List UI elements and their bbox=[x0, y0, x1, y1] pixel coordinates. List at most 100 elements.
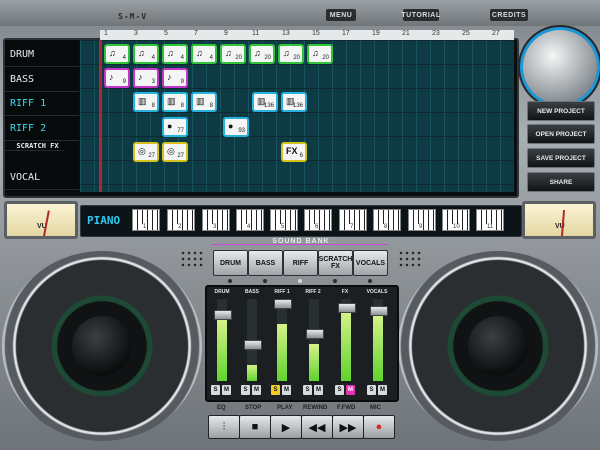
ruler-tick: 1 bbox=[104, 30, 108, 37]
guitar-icon: ♪ bbox=[109, 72, 114, 82]
solo-button[interactable]: S bbox=[241, 385, 250, 395]
drum-clip[interactable]: ♫ 20 bbox=[278, 44, 304, 64]
bass-clip[interactable]: ♪ 9 bbox=[104, 68, 130, 88]
mute-button[interactable]: M bbox=[282, 385, 291, 395]
channel-fader[interactable] bbox=[214, 310, 232, 321]
timeline-ruler[interactable]: 1 3 5 7 9 11 13 15 17 19 21 23 25 27 bbox=[100, 30, 514, 40]
drum-kit-icon: ♫ bbox=[196, 48, 203, 58]
piano-key-button[interactable]: 9 bbox=[408, 209, 436, 231]
new-project-button[interactable]: NEW PROJECT bbox=[527, 101, 595, 121]
piano-key-button[interactable]: 5 bbox=[270, 209, 298, 231]
riff1-clip[interactable]: ▥ 136 bbox=[281, 92, 307, 112]
channel-fader[interactable] bbox=[274, 299, 292, 309]
playhead[interactable] bbox=[99, 40, 102, 192]
eq-sliders-icon: ⫶ bbox=[222, 420, 226, 433]
sequencer-grid[interactable]: ♫ 4 ♫ 4 ♫ 4 ♫ 4 ♫ 20 ♫ 20 ♫ 20 ♫ 20 ♪ 9 ♪ 3 ♪ 9 ▥ 8 … bbox=[80, 40, 514, 192]
riff2-clip[interactable]: ● 77 bbox=[162, 117, 188, 137]
piano-key-button[interactable]: 3 bbox=[202, 209, 230, 231]
riff1-clip[interactable]: ▥ 8 bbox=[162, 92, 188, 112]
track-label-riff2[interactable]: RIFF 2 bbox=[5, 117, 79, 141]
rewind-button[interactable]: ◀◀ bbox=[301, 415, 333, 439]
solo-button[interactable]: S bbox=[367, 385, 376, 395]
bass-clip[interactable]: ♪ 9 bbox=[162, 68, 188, 88]
soundbank-indicator bbox=[333, 279, 337, 283]
piano-key-button[interactable]: 11 bbox=[476, 209, 504, 231]
guitar-icon: ♪ bbox=[138, 72, 143, 82]
ruler-tick: 15 bbox=[312, 30, 320, 37]
riff1-clip[interactable]: ▥ 8 bbox=[133, 92, 159, 112]
solo-button[interactable]: S bbox=[303, 385, 312, 395]
solo-button[interactable]: S bbox=[271, 385, 280, 395]
track-label-riff1[interactable]: RIFF 1 bbox=[5, 92, 79, 116]
channel-fader[interactable] bbox=[306, 328, 324, 339]
track-label-scratch-fx[interactable]: SCRATCH FX bbox=[5, 141, 65, 151]
fx-clip[interactable]: ◎ 27 bbox=[162, 142, 188, 162]
eq-button[interactable]: ⫶ bbox=[208, 415, 240, 439]
open-project-button[interactable]: OPEN PROJECT bbox=[527, 124, 595, 144]
riff1-clip[interactable]: ▥ 136 bbox=[252, 92, 278, 112]
soundbank-indicator bbox=[263, 279, 267, 283]
fx-clip[interactable]: ◎ 27 bbox=[133, 142, 159, 162]
singer-silhouette-icon: ● bbox=[228, 121, 234, 131]
channel-fader[interactable] bbox=[370, 306, 388, 317]
track-label-bass[interactable]: BASS bbox=[5, 68, 79, 92]
tutorial-button[interactable]: TUTORIAL bbox=[401, 9, 440, 21]
channel-fader[interactable] bbox=[244, 339, 262, 350]
stop-button[interactable]: ■ bbox=[239, 415, 271, 439]
ruler-tick: 19 bbox=[372, 30, 380, 37]
microphone-icon: ● bbox=[375, 421, 383, 433]
soundbank-indicator bbox=[368, 279, 372, 283]
piano-key-button[interactable]: 7 bbox=[339, 209, 367, 231]
track-label-drum[interactable]: DRUM bbox=[5, 43, 79, 67]
drum-kit-icon: ♫ bbox=[225, 48, 232, 58]
piano-key-button[interactable]: 6 bbox=[304, 209, 332, 231]
vu-meter-right: VU bbox=[522, 201, 596, 239]
fast-forward-button[interactable]: ▶▶ bbox=[332, 415, 364, 439]
mic-button[interactable]: ● bbox=[363, 415, 395, 439]
soundbank-bass-button[interactable]: BASS bbox=[248, 250, 283, 276]
drum-clip[interactable]: ♫ 20 bbox=[220, 44, 246, 64]
piano-key-button[interactable]: 1 bbox=[132, 209, 160, 231]
drum-clip[interactable]: ♫ 4 bbox=[191, 44, 217, 64]
riff1-clip[interactable]: ▥ 8 bbox=[191, 92, 217, 112]
drum-clip[interactable]: ♫ 20 bbox=[307, 44, 333, 64]
drum-clip[interactable]: ♫ 4 bbox=[133, 44, 159, 64]
credits-button[interactable]: CREDITS bbox=[490, 9, 528, 21]
share-button[interactable]: SHARE bbox=[527, 172, 595, 192]
mute-button[interactable]: M bbox=[346, 385, 355, 395]
save-project-button[interactable]: SAVE PROJECT bbox=[527, 148, 595, 168]
solo-button[interactable]: S bbox=[211, 385, 220, 395]
play-button[interactable]: ▶ bbox=[270, 415, 302, 439]
mute-button[interactable]: M bbox=[314, 385, 323, 395]
ruler-tick: 27 bbox=[492, 30, 500, 37]
ruler-tick: 7 bbox=[194, 30, 198, 37]
fx-clip[interactable]: FX 6 bbox=[281, 142, 307, 162]
bass-clip[interactable]: ♪ 3 bbox=[133, 68, 159, 88]
soundbank-scratch-fx-button[interactable]: SCRATCH FX bbox=[318, 250, 353, 276]
soundbank-drum-button[interactable]: DRUM bbox=[213, 250, 248, 276]
piano-key-button[interactable]: 4 bbox=[236, 209, 264, 231]
channel-name: VOCALS bbox=[366, 289, 388, 295]
drum-clip[interactable]: ♫ 4 bbox=[104, 44, 130, 64]
menu-button[interactable]: MENU bbox=[326, 9, 356, 21]
guitar-icon: ♪ bbox=[167, 72, 172, 82]
piano-key-button[interactable]: 10 bbox=[442, 209, 470, 231]
drum-clip[interactable]: ♫ 20 bbox=[249, 44, 275, 64]
piano-key-button[interactable]: 2 bbox=[167, 209, 195, 231]
drum-clip[interactable]: ♫ 4 bbox=[162, 44, 188, 64]
mute-button[interactable]: M bbox=[222, 385, 231, 395]
mixer-panel: DRUM BASS RIFF 1 RIFF 2 FX VOCALS S M S … bbox=[205, 285, 399, 402]
mute-button[interactable]: M bbox=[378, 385, 387, 395]
soundbank-riff-button[interactable]: RIFF bbox=[283, 250, 318, 276]
volume-knob[interactable] bbox=[523, 30, 597, 104]
synth-icon: ▥ bbox=[257, 96, 266, 106]
mute-button[interactable]: M bbox=[252, 385, 261, 395]
channel-fader[interactable] bbox=[338, 302, 356, 313]
track-label-vocal[interactable]: VOCAL bbox=[5, 166, 79, 190]
riff2-clip[interactable]: ● 93 bbox=[223, 117, 249, 137]
grille bbox=[180, 250, 204, 268]
solo-button[interactable]: S bbox=[335, 385, 344, 395]
piano-key-button[interactable]: 8 bbox=[373, 209, 401, 231]
play-icon: ▶ bbox=[281, 421, 291, 434]
soundbank-vocals-button[interactable]: VOCALS bbox=[353, 250, 388, 276]
